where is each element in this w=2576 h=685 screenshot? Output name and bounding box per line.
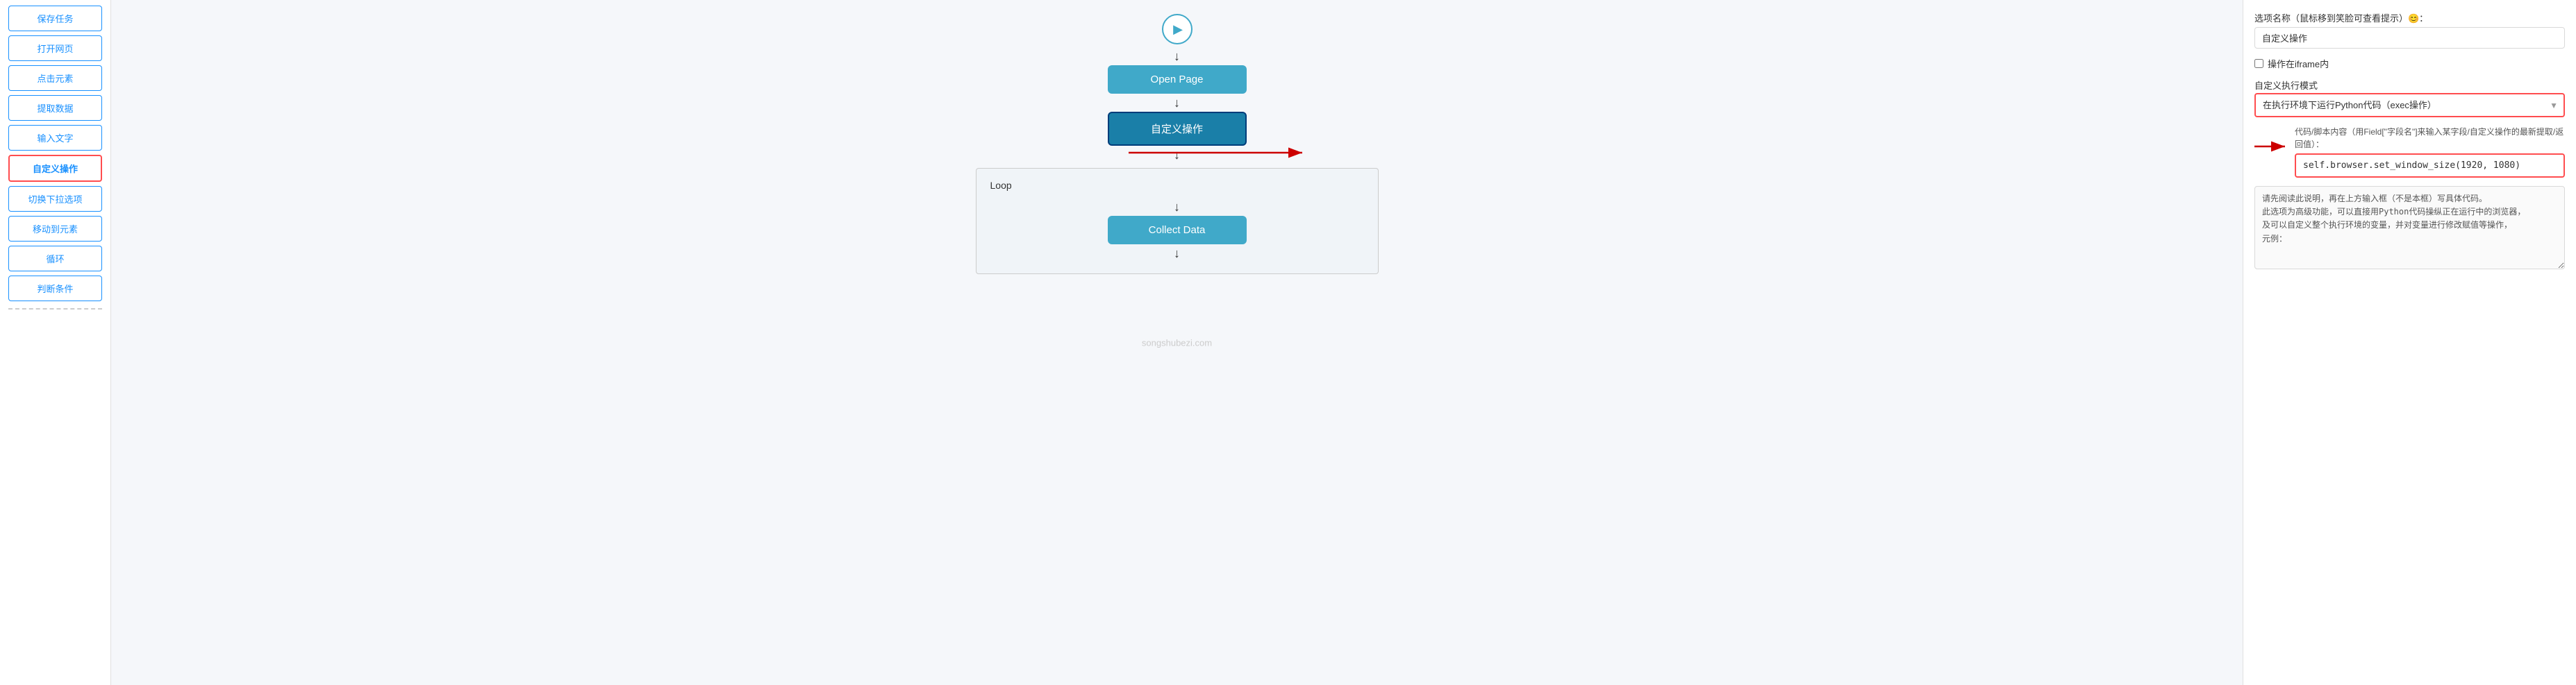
watermark: songshubezi.com	[1142, 337, 1212, 348]
arrow-3: ↓	[1174, 149, 1180, 161]
code-arrow-icon	[2254, 139, 2289, 153]
loop-button[interactable]: 循环	[8, 246, 102, 271]
code-label: 代码/脚本内容（用Field["字段名"]来输入某字段/自定义操作的最新提取/返…	[2295, 126, 2565, 151]
iframe-checkbox[interactable]	[2254, 59, 2263, 68]
canvas-area[interactable]: ▶ ↓ Open Page ↓ 自定义操作 ↓	[111, 0, 2243, 685]
exec-mode-label: 自定义执行模式	[2254, 78, 2565, 92]
main-canvas: ▶ ↓ Open Page ↓ 自定义操作 ↓	[111, 0, 2243, 685]
open-page-node[interactable]: Open Page	[1108, 65, 1247, 94]
collect-data-node[interactable]: Collect Data	[1108, 216, 1247, 244]
arrow-1: ↓	[1174, 50, 1180, 62]
toggle-dropdown-button[interactable]: 切换下拉选项	[8, 186, 102, 212]
play-button[interactable]: ▶	[1162, 14, 1193, 44]
help-section	[2254, 186, 2565, 271]
arrow-5: ↓	[1174, 247, 1180, 260]
exec-mode-select[interactable]: 在执行环境下运行Python代码（exec操作） 在执行环境下运行JavaScr…	[2254, 93, 2565, 117]
option-name-section: 选项名称（鼠标移到笑脸可查看提示）😊：	[2254, 11, 2565, 49]
exec-mode-select-wrapper: 在执行环境下运行Python代码（exec操作） 在执行环境下运行JavaScr…	[2254, 93, 2565, 117]
move-to-element-button[interactable]: 移动到元素	[8, 216, 102, 242]
iframe-label: 操作在iframe内	[2268, 57, 2329, 70]
input-text-button[interactable]: 输入文字	[8, 125, 102, 151]
sidebar: 保存任务 打开网页 点击元素 提取数据 输入文字 自定义操作 切换下拉选项 移动…	[0, 0, 111, 685]
click-element-button[interactable]: 点击元素	[8, 65, 102, 91]
arrow-2: ↓	[1174, 96, 1180, 109]
save-task-button[interactable]: 保存任务	[8, 6, 102, 31]
code-section: 代码/脚本内容（用Field["字段名"]来输入某字段/自定义操作的最新提取/返…	[2254, 126, 2565, 178]
help-textarea[interactable]	[2254, 186, 2565, 269]
condition-button[interactable]: 判断条件	[8, 276, 102, 301]
custom-action-button[interactable]: 自定义操作	[8, 155, 102, 182]
arrow-4: ↓	[1174, 201, 1180, 213]
extract-data-button[interactable]: 提取数据	[8, 95, 102, 121]
sidebar-divider	[8, 308, 102, 310]
loop-label: Loop	[990, 180, 1012, 191]
option-name-label: 选项名称（鼠标移到笑脸可查看提示）😊：	[2254, 11, 2565, 24]
loop-container: Loop ↓ Collect Data ↓	[976, 168, 1379, 274]
exec-mode-section: 自定义执行模式 在执行环境下运行Python代码（exec操作） 在执行环境下运…	[2254, 78, 2565, 117]
right-panel: 选项名称（鼠标移到笑脸可查看提示）😊： 操作在iframe内 自定义执行模式 在…	[2243, 0, 2576, 685]
code-input[interactable]	[2295, 153, 2565, 178]
open-page-button[interactable]: 打开网页	[8, 35, 102, 61]
canvas-wrapper: ▶ ↓ Open Page ↓ 自定义操作 ↓	[976, 14, 1379, 671]
flow-container: ▶ ↓ Open Page ↓ 自定义操作 ↓	[976, 14, 1379, 302]
option-name-input[interactable]	[2254, 27, 2565, 49]
custom-action-node[interactable]: 自定义操作	[1108, 112, 1247, 146]
iframe-checkbox-row: 操作在iframe内	[2254, 57, 2565, 70]
